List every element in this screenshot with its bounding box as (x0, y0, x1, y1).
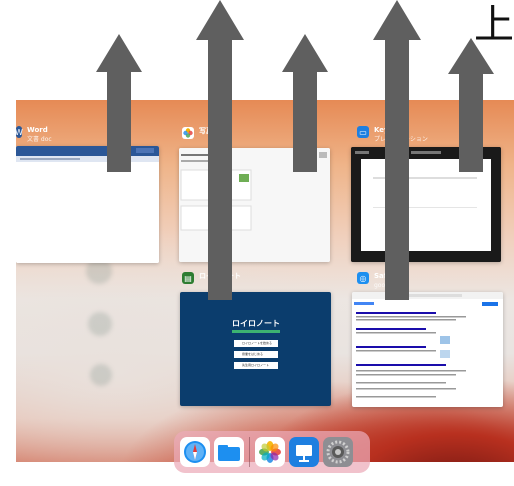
swipe-up-arrow (448, 38, 494, 172)
app-card-header-word: W Word 文書 doc (16, 126, 52, 144)
document-name: 文書 doc (27, 136, 52, 143)
safari-preview (352, 292, 503, 398)
safari-icon: ◎ (357, 272, 369, 284)
photos-icon (182, 127, 194, 139)
settings-icon[interactable] (323, 437, 353, 467)
photos-icon[interactable] (255, 437, 285, 467)
safari-icon[interactable] (180, 437, 210, 467)
keynote-icon[interactable] (289, 437, 319, 467)
app-card-roilo[interactable]: ロイロノート ロイロノートを始める 授業をはじめる 先生用ロイロノート (180, 292, 331, 406)
app-card-safari[interactable] (352, 292, 503, 407)
swipe-up-arrow (282, 34, 328, 172)
wallpaper-blur (90, 364, 112, 386)
dock (174, 431, 370, 473)
swipe-up-arrow (196, 0, 244, 300)
roilo-menu-item: ロイロノートを始める (234, 340, 278, 347)
wallpaper-blur (88, 312, 112, 336)
keynote-icon: ▭ (357, 126, 369, 138)
roilo-logo-bar (232, 330, 280, 333)
roilo-icon: ▤ (182, 272, 194, 284)
roilo-menu-item: 先生用ロイロノート (234, 362, 278, 369)
app-name: Word (27, 126, 48, 134)
dock-separator (249, 437, 250, 467)
files-icon[interactable] (214, 437, 244, 467)
roilo-logo: ロイロノート (232, 318, 280, 330)
word-icon: W (16, 126, 23, 138)
roilo-menu-item: 授業をはじめる (234, 351, 278, 358)
swipe-up-arrow (373, 0, 421, 300)
swipe-up-arrow (96, 34, 142, 172)
app-switcher-screen: W Word 文書 doc 写真 ▭ ▤ ロイロノート ロイロノートを始める 授… (16, 100, 514, 462)
